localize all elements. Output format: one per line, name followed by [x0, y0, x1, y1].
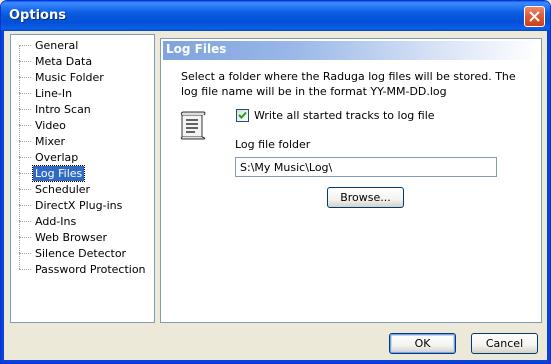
- browse-button[interactable]: Browse...: [327, 187, 404, 208]
- panel-header: Log Files: [163, 41, 539, 60]
- panel-description: Select a folder where the Raduga log fil…: [181, 70, 516, 98]
- log-folder-input[interactable]: [235, 157, 497, 177]
- window-title: Options: [9, 8, 66, 23]
- window-frame-left: [1, 31, 4, 363]
- options-tree: General Meta Data Music Folder Line-In Intro…: [10, 34, 155, 323]
- close-icon: [529, 11, 540, 22]
- tree-connector: [19, 189, 31, 190]
- tree-item-label: DirectX Plug-ins: [35, 199, 123, 212]
- tree-item-label: Meta Data: [35, 55, 93, 68]
- tree-connector: [19, 109, 31, 110]
- panel-title: Log Files: [166, 42, 227, 56]
- tree-item-label: Video: [35, 119, 66, 132]
- close-button[interactable]: [524, 6, 545, 27]
- log-files-panel: Log Files Select a folder where the Radu…: [160, 38, 542, 323]
- tree-connector: [19, 125, 31, 126]
- ok-button[interactable]: OK: [389, 333, 456, 354]
- window-frame-right: [547, 31, 550, 363]
- tree-connector: [19, 253, 31, 254]
- log-document-icon: [180, 111, 206, 140]
- log-folder-label: Log file folder: [235, 138, 311, 151]
- tree-item-label: Line-In: [35, 87, 73, 100]
- tree-connector: [19, 45, 31, 46]
- checkmark-icon: [238, 111, 247, 119]
- tree-item-label: Password Protection: [35, 263, 146, 276]
- tree-connector: [19, 221, 31, 222]
- tree-item-label: Silence Detector: [35, 247, 127, 260]
- tree-connector: [19, 269, 31, 270]
- tree-connector: [19, 205, 31, 206]
- tree-connector: [19, 93, 31, 94]
- write-tracks-checkbox[interactable]: [236, 109, 249, 122]
- tree-connector: [19, 237, 31, 238]
- tree-item-label: Overlap: [35, 151, 79, 164]
- tree-item-label: General: [35, 39, 79, 52]
- tree-connector: [19, 61, 31, 62]
- window-frame-bottom: [1, 360, 550, 363]
- tree-item-label: Intro Scan: [35, 103, 91, 116]
- write-tracks-label[interactable]: Write all started tracks to log file: [254, 109, 435, 122]
- cancel-button[interactable]: Cancel: [471, 333, 538, 354]
- tree-item-label: Music Folder: [35, 71, 104, 84]
- tree-connector: [19, 173, 31, 174]
- tree-item-label: Scheduler: [35, 183, 91, 196]
- tree-connector: [19, 141, 31, 142]
- options-dialog: Options General Meta Data Music Folder Line…: [0, 0, 551, 364]
- tree-item-label: Web Browser: [35, 231, 108, 244]
- tree-item-label: Mixer: [35, 135, 66, 148]
- tree-connector: [19, 157, 31, 158]
- tree-item-label: Log Files: [31, 165, 86, 182]
- tree-item-label: Add-Ins: [35, 215, 77, 228]
- tree-connector: [19, 77, 31, 78]
- title-bar[interactable]: Options: [1, 1, 550, 31]
